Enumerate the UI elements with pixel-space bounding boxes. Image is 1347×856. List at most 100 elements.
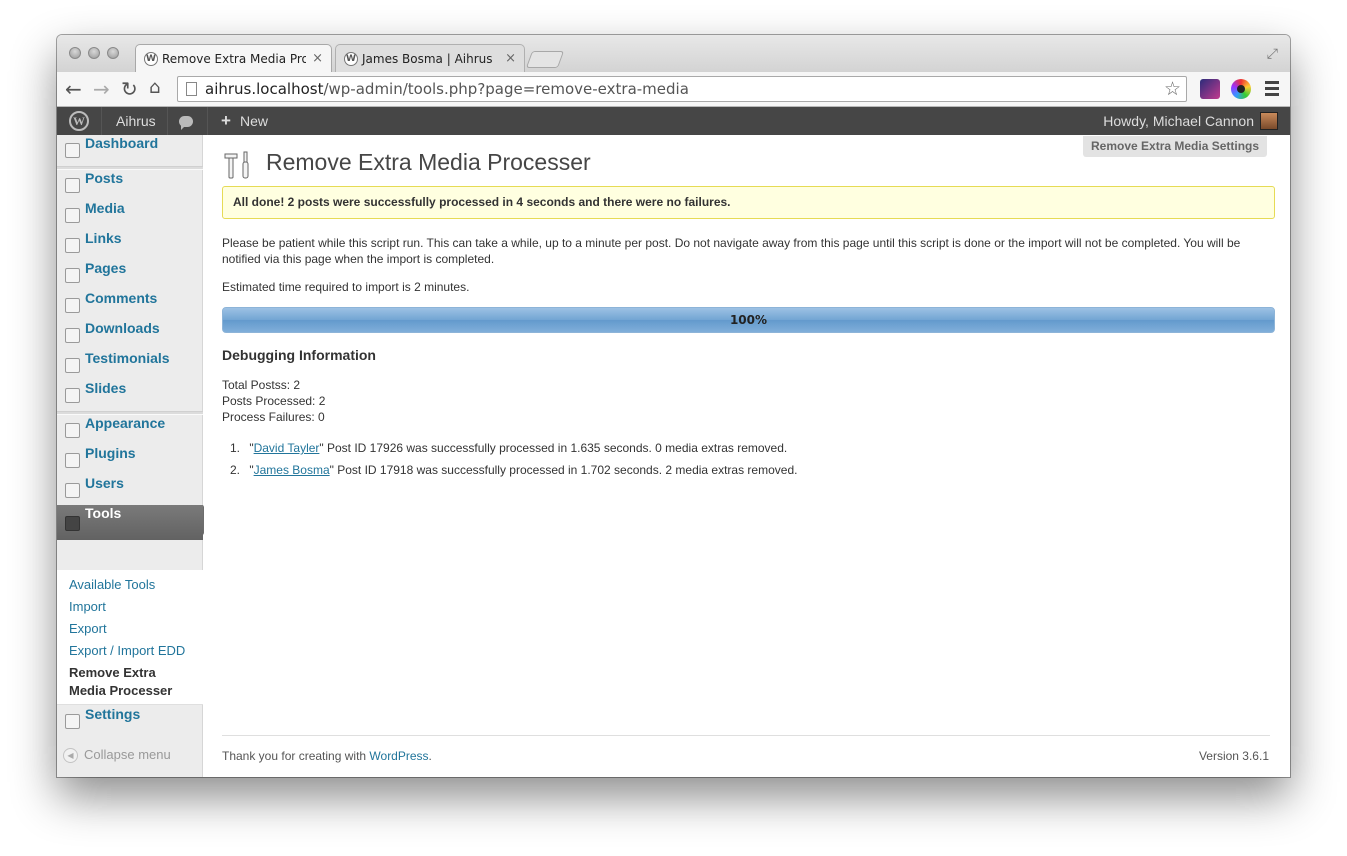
- wordpress-link[interactable]: WordPress: [369, 749, 428, 763]
- url-host: aihrus.localhost: [205, 80, 324, 98]
- fullscreen-icon[interactable]: ⤢: [1267, 45, 1278, 62]
- wordpress-favicon-icon: W: [144, 52, 158, 66]
- tab-title: Remove Extra Media Processer: [162, 52, 306, 66]
- pin-icon: [65, 358, 80, 373]
- sidebar-item-label: Users: [85, 475, 124, 491]
- stat-total-posts: Total Postss: 2: [222, 378, 301, 392]
- tab-close-icon[interactable]: ×: [312, 45, 323, 72]
- sidebar-item-label: Comments: [85, 290, 158, 306]
- submenu-remove-extra-media[interactable]: Remove Extra Media Processer: [69, 664, 194, 700]
- wordpress-favicon-icon: W: [344, 52, 358, 66]
- sidebar-item-settings[interactable]: Settings: [57, 706, 203, 736]
- sidebar-item-media[interactable]: Media: [57, 200, 203, 230]
- sidebar-item-label: Settings: [85, 706, 141, 722]
- stat-posts-processed: Posts Processed: 2: [222, 394, 326, 408]
- settings-link-button[interactable]: Remove Extra Media Settings: [1083, 136, 1268, 157]
- wp-admin-bar: W Aihrus + New Howdy, Michael Cannon: [57, 107, 1290, 135]
- progress-bar: 100%: [222, 307, 1275, 333]
- close-window-button[interactable]: [69, 47, 81, 59]
- sidebar-item-slides[interactable]: Slides: [57, 380, 203, 410]
- sidebar-item-downloads[interactable]: Downloads: [57, 320, 203, 350]
- sidebar-item-tools[interactable]: Tools: [57, 505, 211, 540]
- browser-tab[interactable]: W James Bosma | Aihrus ×: [335, 44, 525, 72]
- comment-icon: [65, 298, 80, 313]
- list-number: 2.: [230, 463, 241, 477]
- forward-arrow-icon[interactable]: →: [93, 77, 110, 101]
- sidebar-item-links[interactable]: Links: [57, 230, 203, 260]
- result-text: " Post ID 17918 was successfully process…: [329, 463, 798, 477]
- debug-stats: Total Postss: 2 Posts Processed: 2 Proce…: [222, 377, 325, 425]
- tools-icon: [65, 516, 80, 531]
- tab-strip: W Remove Extra Media Processer × W James…: [57, 35, 1290, 72]
- footer-text: Thank you for creating with: [222, 749, 370, 763]
- sidebar-item-label: Tools: [85, 505, 122, 521]
- house-icon: [65, 143, 80, 158]
- sidebar-item-testimonials[interactable]: Testimonials: [57, 350, 203, 380]
- bookmark-star-icon[interactable]: ☆: [1164, 78, 1181, 101]
- tab-close-icon[interactable]: ×: [505, 45, 516, 72]
- submenu-export[interactable]: Export: [69, 620, 107, 638]
- sidebar-item-appearance[interactable]: Appearance: [57, 415, 203, 445]
- url-text[interactable]: aihrus.localhost/wp-admin/tools.php?page…: [205, 80, 689, 98]
- plus-icon: +: [221, 111, 231, 130]
- wordpress-logo-icon[interactable]: W: [69, 111, 89, 131]
- extension-icon[interactable]: [1200, 79, 1220, 99]
- results-list: 1. "David Tayler" Post ID 17926 was succ…: [230, 437, 797, 481]
- sidebar-item-pages[interactable]: Pages: [57, 260, 203, 290]
- sidebar-item-label: Media: [85, 200, 125, 216]
- page-icon: [65, 268, 80, 283]
- comment-bubble-icon[interactable]: [179, 116, 193, 130]
- collapse-menu-label: Collapse menu: [84, 747, 171, 762]
- media-icon: [65, 208, 80, 223]
- submenu-import[interactable]: Import: [69, 598, 106, 616]
- minimize-window-button[interactable]: [88, 47, 100, 59]
- footer-credit: Thank you for creating with WordPress.: [222, 749, 432, 763]
- appearance-icon: [65, 423, 80, 438]
- howdy-greeting[interactable]: Howdy, Michael Cannon: [1103, 107, 1254, 135]
- post-link-david-tayler[interactable]: David Tayler: [254, 441, 320, 455]
- site-name-link[interactable]: Aihrus: [116, 107, 156, 135]
- tools-submenu: Available Tools Import Export Export / I…: [57, 570, 203, 705]
- sidebar-item-label: Dashboard: [85, 135, 159, 151]
- collapse-menu-button[interactable]: ◀ Collapse menu: [63, 747, 171, 764]
- debug-heading: Debugging Information: [222, 347, 376, 363]
- page-title: Remove Extra Media Processer: [266, 149, 591, 175]
- intro-text: Please be patient while this script run.…: [222, 236, 1241, 266]
- stat-process-failures: Process Failures: 0: [222, 410, 325, 424]
- main-content: Remove Extra Media Processer Remove Extr…: [204, 135, 1290, 777]
- submenu-available-tools[interactable]: Available Tools: [69, 576, 155, 594]
- admin-bar-divider: [167, 107, 168, 135]
- tab-title: James Bosma | Aihrus: [362, 52, 493, 66]
- list-item: 1. "David Tayler" Post ID 17926 was succ…: [230, 437, 797, 459]
- back-arrow-icon[interactable]: ←: [65, 77, 82, 101]
- download-icon: [65, 328, 80, 343]
- list-number: 1.: [230, 441, 241, 455]
- avatar[interactable]: [1260, 112, 1278, 130]
- sidebar-item-dashboard[interactable]: Dashboard: [57, 135, 203, 165]
- sidebar-item-plugins[interactable]: Plugins: [57, 445, 203, 475]
- footer-divider: [222, 735, 1270, 736]
- new-tab-button[interactable]: [525, 51, 565, 68]
- sidebar-item-label: Pages: [85, 260, 127, 276]
- sidebar-item-label: Plugins: [85, 445, 136, 461]
- zoom-window-button[interactable]: [107, 47, 119, 59]
- sidebar-item-label: Testimonials: [85, 350, 170, 366]
- sidebar-item-label: Posts: [85, 170, 124, 186]
- home-icon[interactable]: ⌂: [149, 77, 160, 98]
- sidebar-item-users[interactable]: Users: [57, 475, 203, 505]
- post-link-james-bosma[interactable]: James Bosma: [254, 463, 330, 477]
- admin-sidebar: Dashboard Posts Media Links Pages Commen…: [57, 135, 211, 777]
- submenu-export-import-edd[interactable]: Export / Import EDD: [69, 642, 185, 660]
- browser-menu-icon[interactable]: [1265, 81, 1279, 99]
- sidebar-item-comments[interactable]: Comments: [57, 290, 203, 320]
- browser-window: W Remove Extra Media Processer × W James…: [57, 35, 1290, 777]
- color-wheel-extension-icon[interactable]: [1231, 79, 1251, 99]
- sidebar-item-label: Slides: [85, 380, 127, 396]
- sidebar-item-posts[interactable]: Posts: [57, 170, 203, 200]
- new-content-link[interactable]: New: [240, 107, 268, 135]
- reload-icon[interactable]: ↻: [121, 77, 138, 101]
- address-bar[interactable]: aihrus.localhost/wp-admin/tools.php?page…: [177, 76, 1187, 102]
- browser-toolbar: ← → ↻ ⌂ aihrus.localhost/wp-admin/tools.…: [57, 72, 1290, 107]
- estimate-text: Estimated time required to import is 2 m…: [222, 280, 470, 294]
- browser-tab-active[interactable]: W Remove Extra Media Processer ×: [135, 44, 332, 72]
